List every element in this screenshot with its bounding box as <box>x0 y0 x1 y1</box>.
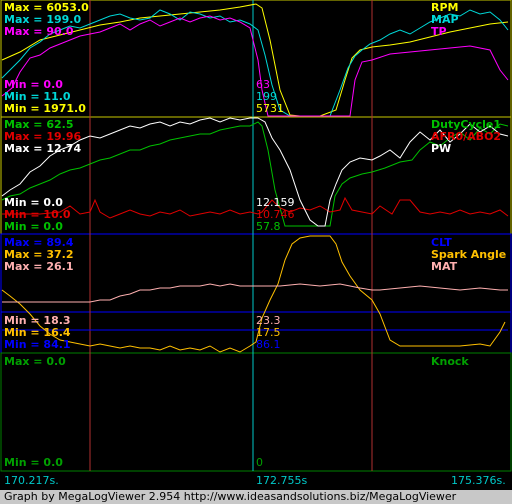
clt-cursor-value: 86.1 <box>256 338 281 351</box>
afr-trace <box>2 196 509 219</box>
tp-series-name[interactable]: TP <box>431 26 447 38</box>
pw-series-name[interactable]: PW <box>431 143 451 155</box>
pw-max-label: Max = 12.74 <box>4 142 82 155</box>
dutycycle-cursor-value: 57.8 <box>256 220 281 233</box>
panel-4-border <box>0 352 512 472</box>
knock-max-label: Max = 0.0 <box>4 355 66 368</box>
tp-max-label: Max = 90.0 <box>4 25 74 38</box>
dutycycle-min-label: Min = 0.0 <box>4 220 63 233</box>
footer-credit: Graph by MegaLogViewer 2.954 http://www.… <box>0 490 512 504</box>
time-end-label: 175.376s. <box>451 474 506 487</box>
time-start-label: 170.217s. <box>4 474 59 487</box>
mat-max-label: Max = 26.1 <box>4 260 74 273</box>
knock-cursor-value: 0 <box>256 456 263 469</box>
clt-min-label: Min = 84.1 <box>4 338 71 351</box>
rpm-cursor-value: 5731 <box>256 102 284 115</box>
knock-series-name[interactable]: Knock <box>431 356 469 368</box>
knock-min-label: Min = 0.0 <box>4 456 63 469</box>
mat-series-name[interactable]: MAT <box>431 261 457 273</box>
mat-trace <box>2 283 508 303</box>
rpm-min-label: Min = 1971.0 <box>4 102 86 115</box>
time-cursor-label: 172.755s <box>256 474 308 487</box>
